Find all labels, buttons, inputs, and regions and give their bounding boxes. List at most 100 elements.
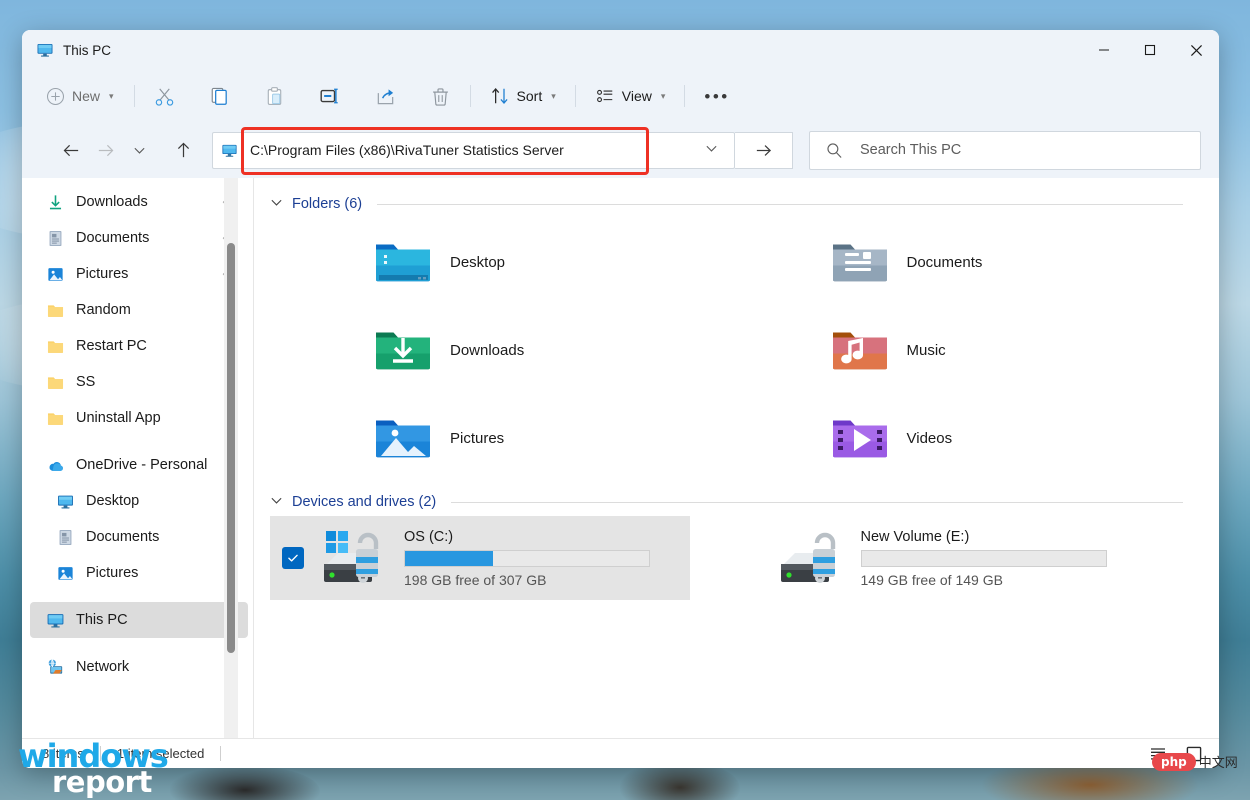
window-title: This PC xyxy=(63,43,111,58)
folders-group-header[interactable]: Folders (6) xyxy=(270,196,1183,212)
drives-grid: OS (C:) 198 GB free of 307 GB New Volume (… xyxy=(270,516,1183,600)
desktop-rock-decor xyxy=(170,765,320,800)
folder-tile-label: Downloads xyxy=(450,342,524,359)
folder-icon xyxy=(46,337,65,356)
sidebar-item-label: Network xyxy=(76,659,129,675)
sidebar-item-pictures[interactable]: Pictures xyxy=(30,256,248,292)
close-icon xyxy=(1190,44,1203,57)
share-icon xyxy=(375,86,396,107)
maximize-button[interactable] xyxy=(1127,30,1173,70)
plus-circle-icon xyxy=(46,87,65,106)
sidebar-item-label: Documents xyxy=(76,230,149,246)
large-icons-view-button[interactable] xyxy=(1181,742,1207,766)
network-icon xyxy=(46,658,65,677)
toolbar-divider xyxy=(575,85,576,107)
drive-free-space: 149 GB free of 149 GB xyxy=(861,572,1133,588)
folder-tile[interactable]: Desktop xyxy=(270,218,727,306)
folder-tile[interactable]: Music xyxy=(727,306,1184,394)
folder-tile[interactable]: Downloads xyxy=(270,306,727,394)
drives-group-title: Devices and drives (2) xyxy=(292,494,436,510)
minimize-button[interactable] xyxy=(1081,30,1127,70)
paste-button[interactable] xyxy=(255,79,294,113)
pictures-icon xyxy=(56,564,75,583)
drive-checkbox[interactable] xyxy=(282,547,304,569)
sidebar-item-onedrive-personal[interactable]: OneDrive - Personal xyxy=(30,447,248,483)
view-list-icon xyxy=(595,86,615,106)
view-button[interactable]: View ▾ xyxy=(586,79,675,113)
chevron-down-icon xyxy=(705,142,718,155)
drives-group-header[interactable]: Devices and drives (2) xyxy=(270,494,1183,510)
sidebar-item-random[interactable]: Random xyxy=(30,292,248,328)
drive-tile[interactable]: OS (C:) 198 GB free of 307 GB xyxy=(270,516,690,600)
search-input[interactable]: Search This PC xyxy=(809,131,1201,170)
sidebar-item-label: Downloads xyxy=(76,194,148,210)
search-icon xyxy=(826,142,843,159)
sidebar-item-ss[interactable]: SS xyxy=(30,364,248,400)
forward-button[interactable] xyxy=(88,133,122,167)
back-button[interactable] xyxy=(54,133,88,167)
toolbar-divider xyxy=(134,85,135,107)
view-label: View xyxy=(622,88,652,104)
this-pc-monitor-icon xyxy=(36,41,54,59)
sidebar-item-restart-pc[interactable]: Restart PC xyxy=(30,328,248,364)
folder-tile[interactable]: Pictures xyxy=(270,394,727,482)
sidebar-item-documents[interactable]: Documents xyxy=(30,220,248,256)
cut-button[interactable] xyxy=(145,79,184,113)
recent-locations-button[interactable] xyxy=(122,133,156,167)
sidebar-scrollbar-thumb[interactable] xyxy=(227,243,235,653)
sidebar-item-pictures[interactable]: Pictures xyxy=(30,555,248,591)
go-button[interactable] xyxy=(735,132,793,169)
more-options-button[interactable]: ••• xyxy=(695,79,738,113)
onedrive-cloud-icon xyxy=(46,456,65,475)
sort-button[interactable]: Sort ▾ xyxy=(481,79,565,113)
group-rule xyxy=(377,204,1183,205)
sidebar-item-label: Random xyxy=(76,302,131,318)
toolbar-divider xyxy=(470,85,471,107)
chevron-down-icon xyxy=(270,494,283,510)
drive-usage-bar xyxy=(861,550,1107,567)
chevron-down-icon: ▾ xyxy=(551,91,556,102)
cut-scissors-icon xyxy=(154,86,175,107)
address-bar[interactable]: C:\Program Files (x86)\RivaTuner Statist… xyxy=(212,132,735,169)
folder-downloads-icon xyxy=(374,326,432,374)
folder-tile-label: Music xyxy=(907,342,946,359)
sidebar-item-network[interactable]: Network xyxy=(30,649,248,685)
new-button[interactable]: New ▾ xyxy=(38,79,124,113)
status-bar: 8 items 1 item selected xyxy=(22,738,1219,768)
address-bar-row: C:\Program Files (x86)\RivaTuner Statist… xyxy=(22,122,1219,178)
more-ellipsis-icon: ••• xyxy=(704,88,729,105)
pane-divider[interactable] xyxy=(253,178,254,738)
delete-button[interactable] xyxy=(421,79,460,113)
sort-arrows-icon xyxy=(490,86,510,106)
up-arrow-icon xyxy=(174,141,193,160)
details-view-icon xyxy=(1149,745,1167,763)
up-button[interactable] xyxy=(166,133,200,167)
address-dropdown-button[interactable] xyxy=(695,142,728,158)
folder-music-icon xyxy=(831,326,889,374)
downloads-arrow-icon xyxy=(46,193,65,212)
close-button[interactable] xyxy=(1173,30,1219,70)
sidebar-item-this-pc[interactable]: This PC xyxy=(30,602,248,638)
drive-free-space: 198 GB free of 307 GB xyxy=(404,572,676,588)
share-button[interactable] xyxy=(366,79,405,113)
nav-section-gap xyxy=(22,591,254,602)
sidebar-item-desktop[interactable]: Desktop xyxy=(30,483,248,519)
rename-icon xyxy=(319,85,341,107)
copy-button[interactable] xyxy=(200,79,239,113)
sidebar-item-documents[interactable]: Documents xyxy=(30,519,248,555)
paste-icon xyxy=(264,86,285,107)
nav-section-gap xyxy=(22,638,254,649)
large-icons-view-icon xyxy=(1185,745,1203,763)
sidebar-item-downloads[interactable]: Downloads xyxy=(30,184,248,220)
folder-icon xyxy=(46,301,65,320)
drive-tile[interactable]: New Volume (E:)149 GB free of 149 GB xyxy=(727,516,1147,600)
rename-button[interactable] xyxy=(310,79,350,113)
window-controls xyxy=(1081,30,1219,70)
drive-name: OS (C:) xyxy=(404,529,676,545)
desktop-icon xyxy=(56,492,75,511)
address-path-text: C:\Program Files (x86)\RivaTuner Statist… xyxy=(241,142,695,158)
folder-tile[interactable]: Documents xyxy=(727,218,1184,306)
sidebar-item-uninstall-app[interactable]: Uninstall App xyxy=(30,400,248,436)
folder-tile[interactable]: Videos xyxy=(727,394,1184,482)
details-view-button[interactable] xyxy=(1145,742,1171,766)
